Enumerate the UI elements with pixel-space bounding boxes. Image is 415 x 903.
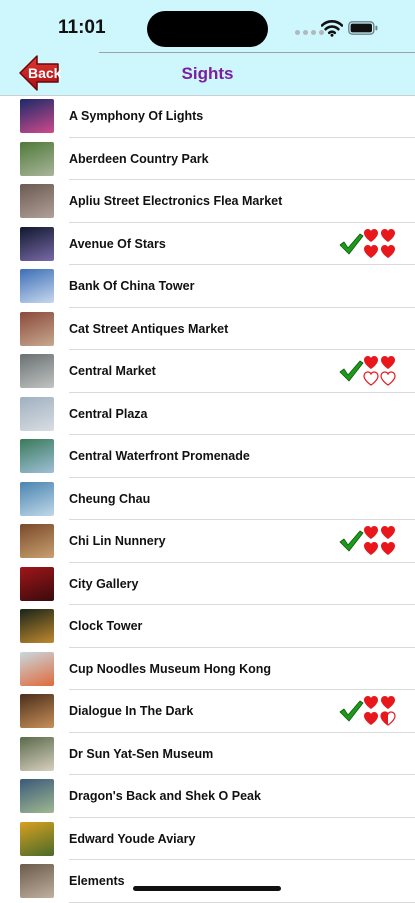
sight-name: Apliu Street Electronics Flea Market <box>69 194 283 208</box>
battery-icon <box>348 21 378 35</box>
heart-icon <box>380 711 396 726</box>
nav-divider <box>99 52 415 53</box>
sight-name: City Gallery <box>69 576 139 591</box>
sight-name: Chi Lin Nunnery <box>69 534 166 548</box>
list-item[interactable]: City Gallery <box>0 563 415 605</box>
sight-thumbnail <box>20 524 54 558</box>
page-title: Sights <box>181 64 234 83</box>
rating-hearts <box>364 228 395 258</box>
sight-name: Dr Sun Yat-Sen Museum <box>69 746 214 761</box>
sight-name: Elements <box>69 874 125 888</box>
list-item[interactable]: Dialogue In The Dark <box>0 690 415 733</box>
list-item[interactable]: Cheung Chau <box>0 478 415 520</box>
list-item[interactable]: Elements <box>0 860 415 903</box>
sight-thumbnail <box>20 396 54 431</box>
sight-thumbnail <box>20 651 54 686</box>
cellular-signal-icon <box>295 30 324 35</box>
sight-name: Dialogue In The Dark <box>69 704 194 718</box>
list-item[interactable]: Clock Tower <box>0 605 415 648</box>
heart-icon <box>364 712 378 725</box>
heart-icon <box>381 228 395 242</box>
sight-thumbnail <box>20 609 54 643</box>
sight-thumbnail <box>20 226 54 261</box>
home-indicator <box>133 886 281 891</box>
heart-icon <box>364 356 378 369</box>
sight-name: Dragon's Back and Shek O Peak <box>69 789 261 803</box>
sight-thumbnail <box>20 779 54 813</box>
sight-name: Central Waterfront Promenade <box>69 449 250 463</box>
sight-name: Edward Youde Aviary <box>69 831 196 846</box>
rating-hearts <box>364 526 395 555</box>
status-time: 11:01 <box>58 17 106 38</box>
list-item[interactable]: Edward Youde Aviary <box>0 818 415 860</box>
heart-icon <box>363 371 379 386</box>
sight-thumbnail <box>20 311 54 346</box>
sight-thumbnail <box>20 821 54 856</box>
list-item[interactable]: Dr Sun Yat-Sen Museum <box>0 733 415 775</box>
sight-thumbnail <box>20 864 54 898</box>
heart-icon <box>380 371 396 386</box>
sight-name: Avenue Of Stars <box>69 236 166 251</box>
list-item[interactable]: Chi Lin Nunnery <box>0 520 415 563</box>
visited-check-icon <box>339 360 364 382</box>
sight-name: Clock Tower <box>69 619 143 633</box>
heart-icon <box>381 356 395 369</box>
heart-icon <box>364 542 378 555</box>
list-item[interactable]: Central Waterfront Promenade <box>0 435 415 478</box>
dynamic-island <box>147 11 268 47</box>
sight-thumbnail <box>20 566 54 601</box>
sight-thumbnail <box>20 354 54 388</box>
sight-name: Cheung Chau <box>69 491 151 506</box>
rating-hearts <box>363 356 396 386</box>
heart-icon <box>381 526 395 539</box>
visited-check-icon <box>339 530 364 552</box>
list-item[interactable]: Dragon's Back and Shek O Peak <box>0 775 415 818</box>
list-item[interactable]: Central Market <box>0 350 415 393</box>
heart-icon <box>364 526 378 539</box>
list-item[interactable]: Avenue Of Stars <box>0 223 415 265</box>
row-separator <box>69 901 415 903</box>
sight-thumbnail <box>20 481 54 516</box>
list-item[interactable]: Aberdeen Country Park <box>0 138 415 180</box>
sight-thumbnail <box>20 269 54 303</box>
list-item[interactable]: Bank Of China Tower <box>0 265 415 308</box>
wifi-icon <box>321 20 343 37</box>
sight-thumbnail <box>20 736 54 771</box>
heart-icon <box>364 696 378 709</box>
list-item[interactable]: Apliu Street Electronics Flea Market <box>0 180 415 223</box>
sight-name: Cat Street Antiques Market <box>69 321 229 336</box>
list-item[interactable]: Cat Street Antiques Market <box>0 308 415 350</box>
sight-name: Bank Of China Tower <box>69 279 195 293</box>
heart-icon <box>381 696 395 709</box>
sight-name: Cup Noodles Museum Hong Kong <box>69 661 272 676</box>
list-item[interactable]: Cup Noodles Museum Hong Kong <box>0 648 415 690</box>
sight-name: Central Plaza <box>69 406 148 421</box>
sight-thumbnail <box>20 141 54 176</box>
heart-icon <box>364 228 378 242</box>
sights-list: A Symphony Of Lights Aberdeen Country Par… <box>0 95 415 903</box>
list-item[interactable]: Central Plaza <box>0 393 415 435</box>
sight-name: Central Market <box>69 364 156 378</box>
sight-thumbnail <box>20 439 54 473</box>
heart-icon <box>364 244 378 258</box>
visited-check-icon <box>339 700 364 722</box>
sight-thumbnail <box>20 184 54 218</box>
sight-thumbnail <box>20 99 54 133</box>
sight-thumbnail <box>20 694 54 728</box>
sight-name: A Symphony Of Lights <box>69 109 204 123</box>
visited-check-icon <box>339 233 364 254</box>
sight-name: Aberdeen Country Park <box>69 151 209 166</box>
heart-icon <box>381 542 395 555</box>
heart-icon <box>381 244 395 258</box>
rating-hearts <box>364 696 396 726</box>
list-item[interactable]: A Symphony Of Lights <box>0 95 415 138</box>
